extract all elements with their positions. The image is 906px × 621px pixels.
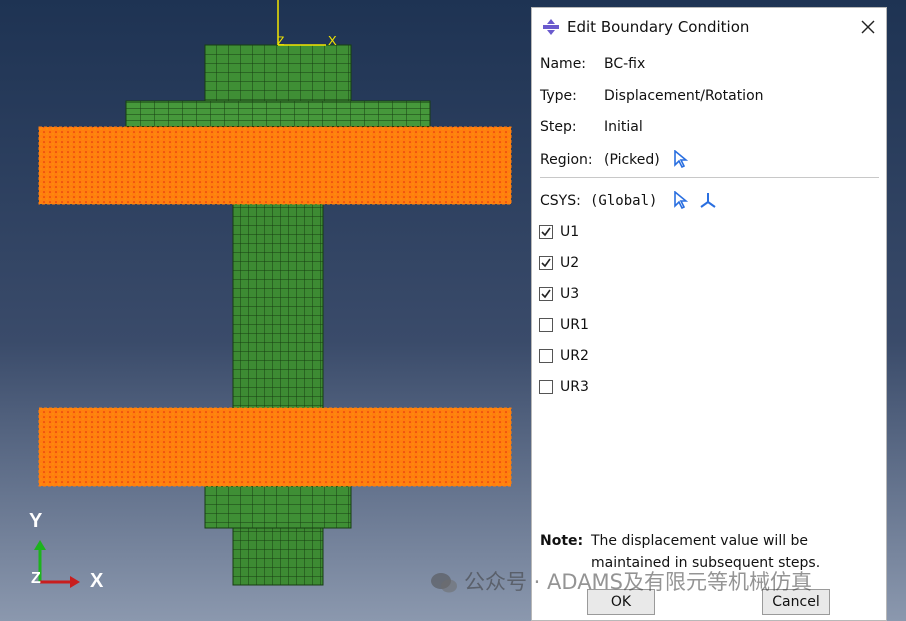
dof-checkbox-ur2[interactable] — [539, 349, 553, 363]
dialog-title-bar[interactable]: Edit Boundary Condition — [532, 8, 886, 46]
dof-checkbox-u1[interactable] — [539, 225, 553, 239]
dof-label: U3 — [560, 286, 580, 302]
dof-checkbox-u3[interactable] — [539, 287, 553, 301]
boundary-condition-icon — [543, 19, 559, 35]
csys-select-arrow-icon[interactable] — [672, 190, 689, 210]
name-label: Name: — [540, 56, 587, 72]
type-label: Type: — [540, 88, 577, 104]
name-value: BC-fix — [604, 56, 646, 72]
csys-value: (Global) — [590, 193, 658, 209]
origin-x-label: X — [328, 33, 337, 48]
type-value: Displacement/Rotation — [604, 88, 764, 104]
bolt-mesh-model — [34, 0, 512, 588]
dialog-title: Edit Boundary Condition — [567, 18, 750, 36]
type-row: Type: Displacement/Rotation — [540, 88, 764, 104]
dof-label: UR2 — [560, 348, 589, 364]
triad-y-label: Y — [29, 510, 43, 532]
dof-checkbox-ur1[interactable] — [539, 318, 553, 332]
note-label: Note: — [540, 533, 584, 549]
name-row: Name: BC-fix — [540, 56, 645, 72]
washer-top — [125, 100, 431, 128]
watermark-text: 公众号 · ADAMS及有限元等机械仿真 — [464, 570, 813, 594]
dof-checkbox-ur3[interactable] — [539, 380, 553, 394]
dof-label: U1 — [560, 224, 580, 240]
step-row: Step: Initial — [540, 119, 643, 135]
nut — [204, 483, 352, 529]
bolt-head — [204, 44, 352, 104]
wechat-icon — [431, 573, 457, 593]
dof-checkbox-u2[interactable] — [539, 256, 553, 270]
triad-x-label: X — [90, 570, 104, 592]
create-csys-icon[interactable] — [698, 191, 718, 209]
dof-label: UR3 — [560, 379, 589, 395]
csys-label: CSYS: — [540, 193, 581, 209]
dof-label: U2 — [560, 255, 580, 271]
step-value: Initial — [604, 119, 643, 135]
watermark: 公众号 · ADAMS及有限元等机械仿真 — [430, 566, 812, 596]
plate-bottom-highlight — [38, 407, 512, 487]
edit-boundary-condition-dialog: Edit Boundary Condition Name: BC-fix Type… — [531, 7, 887, 621]
region-row: Region: (Picked) — [540, 149, 689, 169]
step-label: Step: — [540, 119, 577, 135]
region-select-arrow-icon[interactable] — [672, 149, 689, 169]
csys-row: CSYS: (Global) — [540, 190, 718, 210]
dof-label: UR1 — [560, 317, 589, 333]
region-label: Region: — [540, 152, 593, 168]
region-value: (Picked) — [604, 152, 660, 168]
plate-top-highlight — [38, 126, 512, 205]
close-icon[interactable] — [858, 17, 878, 37]
origin-z-label: Z — [277, 34, 285, 48]
separator — [540, 177, 879, 178]
triad-z-label: Z — [31, 570, 41, 587]
